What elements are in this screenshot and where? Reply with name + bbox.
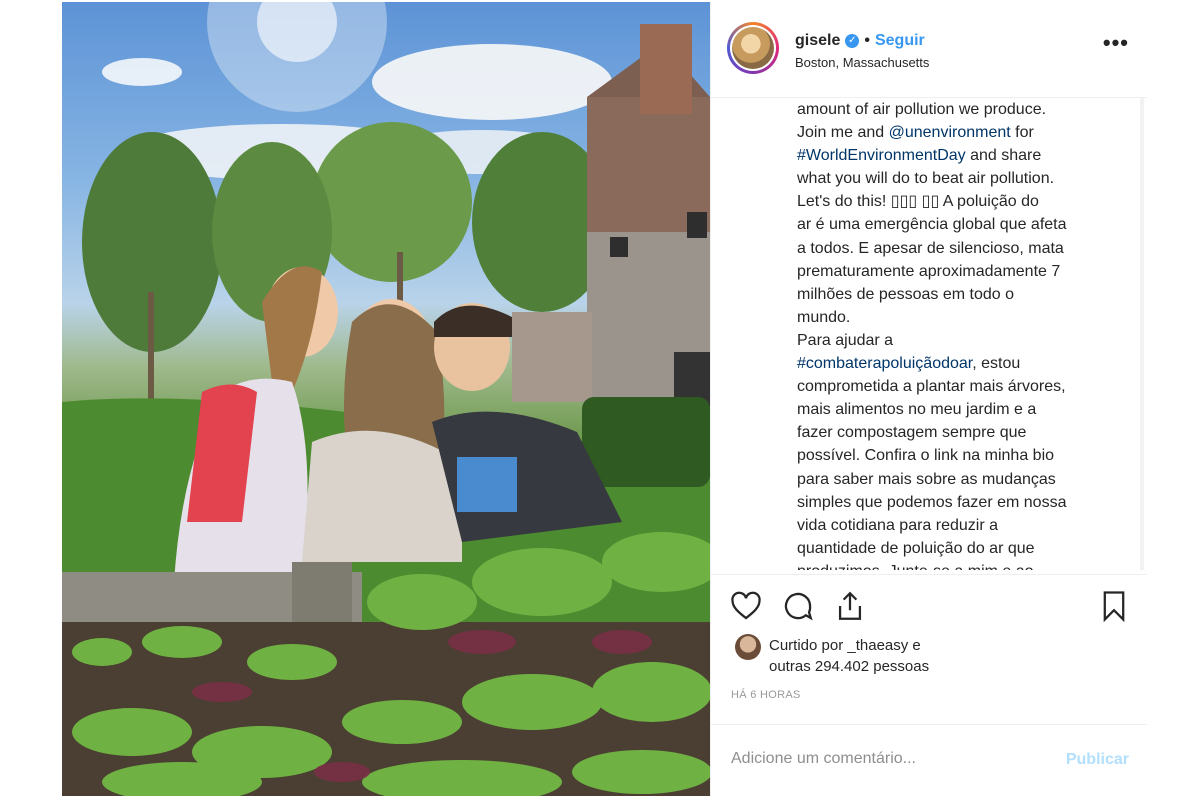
caption-line: vida cotidiana para reduzir a [797, 516, 999, 534]
caption-line: #WorldEnvironmentDay and share [797, 144, 1127, 167]
publish-button[interactable]: Publicar [1066, 751, 1129, 769]
caption-line: possível. Confira o link na minha bio [797, 447, 1055, 465]
liker-avatar[interactable] [735, 634, 761, 660]
caption-line: mundo. [797, 308, 851, 326]
separator-dot: • [864, 32, 870, 49]
hashtag-link[interactable]: #WorldEnvironmentDay [797, 147, 966, 164]
caption-line: para saber mais sobre as mudanças [797, 470, 1056, 488]
more-options-icon[interactable]: ••• [1103, 32, 1129, 54]
caption-line: Let's do this! ▯▯▯ ▯▯ A poluição do [797, 193, 1039, 211]
comment-box: Publicar [711, 724, 1147, 796]
likes-line-1: Curtido por _thaeasy e [769, 637, 921, 654]
share-icon[interactable] [833, 589, 867, 623]
post-actions [711, 574, 1147, 626]
caption-line: fazer compostagem sempre que [797, 424, 1027, 442]
caption-line-text: , estou [972, 355, 1021, 373]
avatar-image [732, 27, 774, 69]
caption-line: #combaterapoluiçãodoar, estou [797, 352, 1127, 375]
post-caption: amount of air pollution we produce. Join… [797, 98, 1127, 570]
likes-text[interactable]: Curtido por _thaeasy e outras 294.402 pe… [769, 635, 929, 677]
caption-line: Para ajudar a [797, 331, 894, 349]
mention-link[interactable]: @unenvironment [889, 124, 1011, 141]
user-line: gisele ✓ • Seguir [795, 32, 925, 50]
bookmark-icon[interactable] [1097, 589, 1131, 623]
avatar[interactable] [727, 22, 779, 74]
comment-icon[interactable] [781, 589, 815, 623]
photo-illustration [62, 2, 710, 796]
avatar-inner [730, 25, 776, 71]
caption-line-text: for [1010, 124, 1034, 142]
caption-line: comprometida a plantar mais árvores, [797, 378, 1066, 396]
hashtag-link[interactable]: #combaterapoluiçãodoar [797, 355, 972, 372]
likes-summary[interactable]: Curtido por _thaeasy e outras 294.402 pe… [735, 634, 1135, 678]
caption-line: amount of air pollution we produce. [797, 101, 1047, 118]
post-photo [62, 2, 710, 796]
verified-badge-icon: ✓ [845, 34, 860, 48]
caption-line: simples que podemos fazer em nossa [797, 493, 1067, 511]
caption-line: Join me and @unenvironment for [797, 121, 1127, 144]
caption-line: produzimos. Junte-se a mim e ao [797, 560, 1127, 570]
caption-line: ar é uma emergência global que afeta [797, 216, 1067, 234]
follow-button[interactable]: Seguir [875, 32, 925, 50]
post-header: gisele ✓ • Seguir Boston, Massachusetts … [711, 2, 1147, 98]
caption-line: mais alimentos no meu jardim e a [797, 401, 1037, 419]
comment-input[interactable] [731, 747, 1031, 771]
caption-line: what you will do to beat air pollution. [797, 170, 1055, 188]
caption-line: milhões de pessoas em todo o [797, 285, 1015, 303]
likes-line-2: outras 294.402 pessoas [769, 658, 930, 675]
username-link[interactable]: gisele [795, 32, 840, 50]
caption-line: prematuramente aproximadamente 7 [797, 262, 1061, 280]
post-side-panel: gisele ✓ • Seguir Boston, Massachusetts … [710, 2, 1147, 796]
caption-line-text: and share [965, 147, 1042, 165]
caption-line: a todos. E apesar de silencioso, mata [797, 239, 1064, 257]
caption-scrollbar[interactable] [1140, 98, 1144, 570]
caption-line-text: Join me and [797, 124, 889, 142]
post-timestamp[interactable]: HÁ 6 HORAS [731, 689, 801, 701]
heart-icon[interactable] [729, 589, 763, 623]
location-link[interactable]: Boston, Massachusetts [795, 55, 929, 70]
caption-line: quantidade de poluição do ar que [797, 539, 1035, 557]
